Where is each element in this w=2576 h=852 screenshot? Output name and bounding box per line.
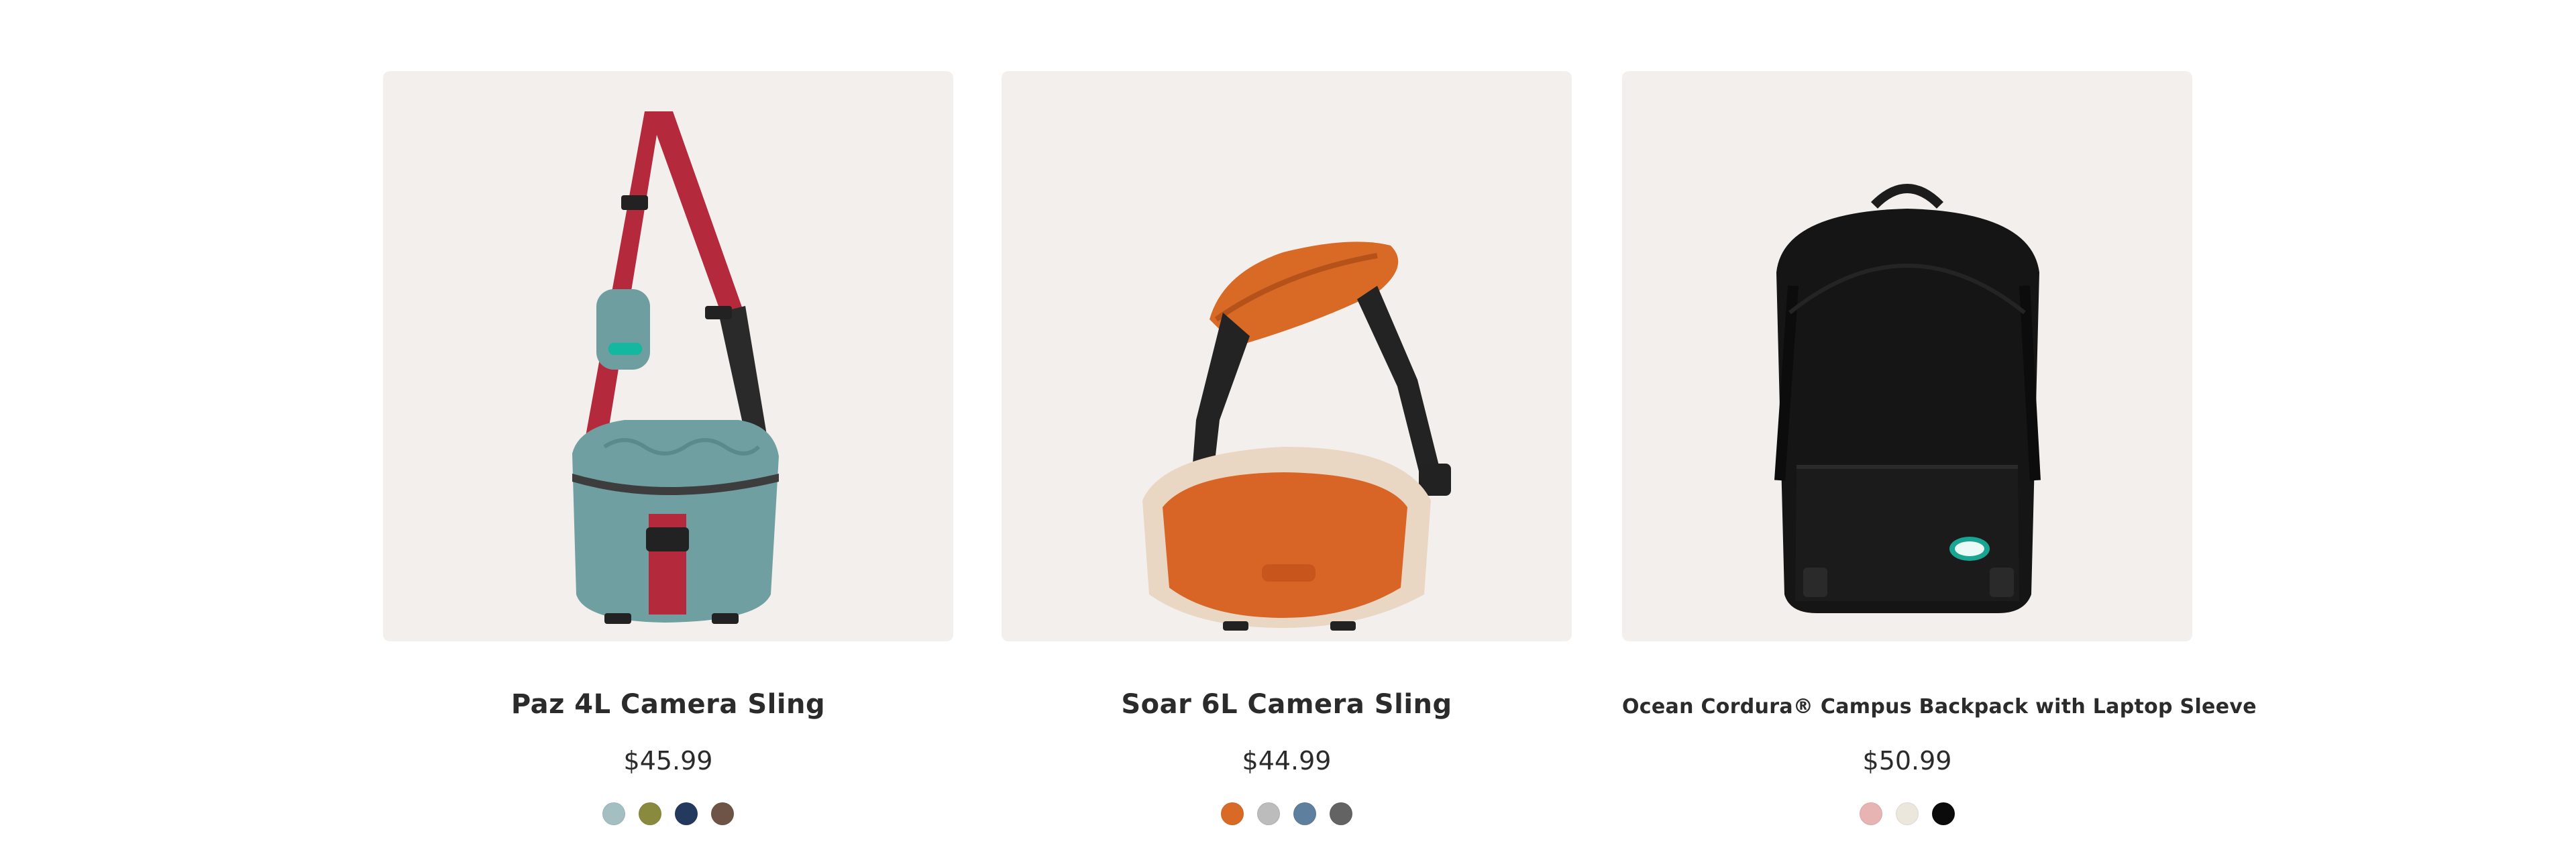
camera-sling-bag-icon — [572, 111, 779, 624]
product-card[interactable]: Paz 4L Camera Sling $45.99 — [383, 71, 953, 852]
product-card[interactable]: Ocean Cordura® Campus Backpack with Lapt… — [1622, 71, 2257, 852]
color-swatch[interactable] — [639, 802, 661, 825]
product-title[interactable]: Soar 6L Camera Sling — [1002, 689, 1572, 720]
product-price: $44.99 — [1242, 746, 1332, 776]
color-swatch[interactable] — [602, 802, 625, 825]
camera-sling-bag-icon — [1142, 242, 1451, 631]
color-swatches — [383, 802, 953, 827]
product-image[interactable] — [383, 71, 953, 641]
color-swatch[interactable] — [1257, 802, 1280, 825]
product-title[interactable]: Ocean Cordura® Campus Backpack with Lapt… — [1622, 695, 2257, 718]
product-image[interactable] — [1002, 71, 1572, 641]
color-swatch[interactable] — [1932, 802, 1955, 825]
product-price: $50.99 — [1862, 746, 1952, 776]
color-swatch[interactable] — [711, 802, 734, 825]
product-title[interactable]: Paz 4L Camera Sling — [383, 689, 953, 720]
color-swatch[interactable] — [1860, 802, 1882, 825]
color-swatch[interactable] — [1330, 802, 1352, 825]
color-swatches — [1622, 802, 2192, 827]
color-swatch[interactable] — [1221, 802, 1244, 825]
color-swatch[interactable] — [1293, 802, 1316, 825]
product-card[interactable]: Soar 6L Camera Sling $44.99 — [1002, 71, 1572, 852]
product-image[interactable] — [1622, 71, 2192, 641]
color-swatch[interactable] — [675, 802, 698, 825]
product-grid: Paz 4L Camera Sling $45.99 Soar 6L Camer… — [0, 0, 2576, 852]
backpack-icon — [1774, 184, 2041, 613]
color-swatch[interactable] — [1896, 802, 1919, 825]
product-price: $45.99 — [623, 746, 713, 776]
color-swatches — [1002, 802, 1572, 827]
